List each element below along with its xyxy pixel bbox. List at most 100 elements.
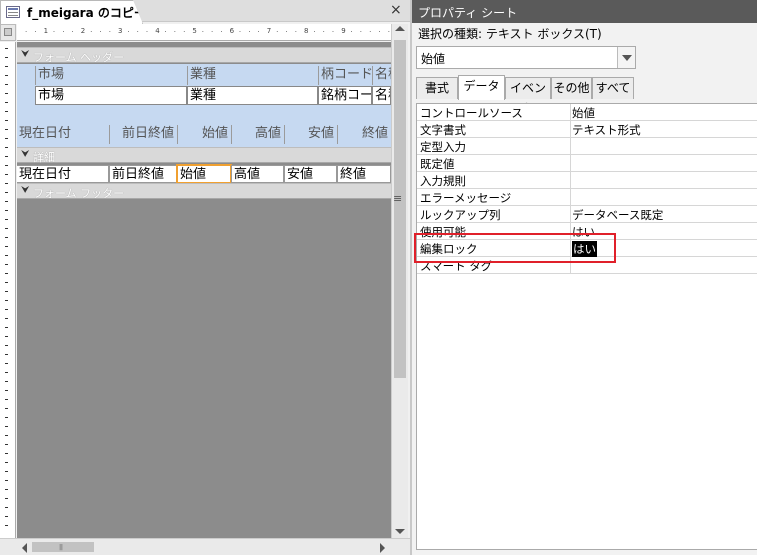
scroll-up-icon[interactable]: [395, 26, 405, 31]
column-divider: [570, 189, 571, 206]
property-row[interactable]: 定型入力: [417, 138, 757, 155]
textbox-code[interactable]: 銘柄コー: [318, 86, 372, 105]
column-divider: [570, 121, 571, 138]
ruler-tick: [5, 273, 8, 274]
ruler-tick: [5, 354, 8, 355]
property-row[interactable]: ルックアップ列 データベース既定: [417, 206, 757, 223]
label-close[interactable]: 終値: [337, 125, 391, 144]
property-name: 入力規則: [420, 174, 466, 188]
property-name: 文字書式: [420, 123, 466, 137]
ruler-tick: [5, 318, 8, 319]
ruler-tick: [5, 264, 8, 265]
form-selector[interactable]: [0, 24, 16, 41]
property-row[interactable]: 既定値: [417, 155, 757, 172]
ruler-tick: ·: [25, 28, 28, 36]
ruler-tick: [5, 345, 8, 346]
ruler-tick: [5, 507, 8, 508]
document-tab[interactable]: f_meigara のコピー: [0, 0, 143, 24]
label-name[interactable]: 名称: [372, 66, 391, 85]
section-chevron-icon: ⮟: [21, 49, 30, 60]
object-selector[interactable]: 始値: [416, 46, 636, 69]
section-bar-form-footer[interactable]: ⮟ フォーム フッター: [17, 183, 391, 200]
property-row[interactable]: 入力規則: [417, 172, 757, 189]
ruler-tick: ·: [173, 28, 177, 36]
section-bar-detail[interactable]: ⮟ 詳細: [17, 147, 391, 164]
design-surface: ⮟ フォーム ヘッダー 市場 業種 柄コード 名称 市場 業種 銘柄コー 名称 …: [17, 42, 391, 538]
scroll-down-icon[interactable]: [395, 529, 405, 534]
ruler-tick: ·: [238, 28, 242, 36]
label-market[interactable]: 市場: [35, 66, 187, 85]
property-row[interactable]: 文字書式 テキスト形式: [417, 121, 757, 138]
label-high[interactable]: 高値: [231, 125, 284, 144]
ruler-tick: [5, 525, 8, 526]
property-row[interactable]: コントロールソース 始値: [417, 104, 757, 121]
textbox-open-selected[interactable]: 始値: [177, 165, 231, 183]
form-header-section[interactable]: 市場 業種 柄コード 名称 市場 業種 銘柄コー 名称 現在日付 前日終値 始値…: [17, 64, 391, 148]
ruler-tick: [5, 327, 8, 328]
section-bar-form-header[interactable]: ⮟ フォーム ヘッダー: [17, 47, 391, 64]
ruler-tick: ·: [313, 28, 316, 36]
ruler-tick: ·: [136, 28, 139, 36]
label-prev-close[interactable]: 前日終値: [109, 125, 177, 144]
ruler-tick: [5, 309, 8, 310]
textbox-high[interactable]: 高値: [231, 165, 284, 183]
textbox-market[interactable]: 市場: [35, 86, 187, 105]
label-current-date[interactable]: 現在日付: [17, 125, 109, 144]
scroll-thumb[interactable]: [32, 542, 94, 552]
ruler-tick: [5, 174, 8, 175]
textbox-industry[interactable]: 業種: [187, 86, 318, 105]
ruler-tick: 7: [266, 27, 272, 35]
property-value[interactable]: データベース既定: [572, 207, 663, 223]
label-low[interactable]: 安値: [284, 125, 337, 144]
ruler-tick: 8: [304, 27, 309, 35]
ruler-tick: ·: [378, 28, 381, 36]
ruler-tick: [5, 165, 8, 166]
selection-type-label: 選択の種類: テキスト ボックス(T): [418, 27, 602, 41]
ruler-tick: ·: [201, 28, 204, 36]
section-chevron-icon: ⮟: [21, 149, 30, 160]
vertical-scrollbar[interactable]: [391, 24, 408, 538]
label-open[interactable]: 始値: [177, 125, 231, 144]
textbox-name[interactable]: 名称: [372, 86, 391, 105]
ruler-tick: [5, 93, 8, 94]
tab-data[interactable]: データ: [458, 75, 505, 100]
property-sheet: プロパティ シート 選択の種類: テキスト ボックス(T) 始値 書式 データ …: [410, 0, 757, 555]
ruler-tick: 5: [192, 27, 197, 35]
detail-section[interactable]: 現在日付 前日終値 始値 高値 安値 終値: [17, 165, 391, 183]
ruler-tick: 3: [118, 27, 123, 35]
label-code[interactable]: 柄コード: [318, 66, 372, 85]
scroll-right-icon[interactable]: [380, 543, 385, 553]
form-icon: [6, 6, 20, 18]
chevron-down-icon[interactable]: [617, 47, 635, 68]
property-value[interactable]: 始値: [572, 105, 595, 121]
tab-other[interactable]: その他: [551, 77, 592, 99]
tab-format[interactable]: 書式: [416, 77, 458, 99]
horizontal-scrollbar[interactable]: |||: [0, 538, 410, 555]
textbox-prev-close[interactable]: 前日終値: [109, 165, 177, 183]
ruler-tick: [5, 300, 8, 301]
tab-all[interactable]: すべて: [592, 77, 634, 99]
textbox-low[interactable]: 安値: [284, 165, 337, 183]
splitter-grip-icon[interactable]: ≡: [393, 192, 402, 205]
ruler-tick: [5, 237, 8, 238]
label-industry[interactable]: 業種: [187, 66, 318, 85]
close-icon[interactable]: ×: [390, 2, 402, 18]
column-divider: [570, 155, 571, 172]
property-name: 定型入力: [420, 140, 466, 154]
textbox-close[interactable]: 終値: [337, 165, 391, 183]
ruler-tick: [5, 426, 8, 427]
ruler-tick: [5, 156, 8, 157]
property-row[interactable]: エラーメッセージ: [417, 189, 757, 206]
tab-event[interactable]: イベント: [505, 77, 551, 115]
ruler-tick: ·: [108, 28, 111, 36]
scroll-left-icon[interactable]: [22, 543, 27, 553]
textbox-current-date[interactable]: 現在日付: [17, 165, 109, 183]
scroll-thumb[interactable]: [394, 40, 406, 378]
property-value[interactable]: テキスト形式: [572, 122, 641, 138]
ruler-tick: [5, 399, 8, 400]
ruler-tick: [5, 444, 8, 445]
ruler-tick: ·: [276, 28, 279, 36]
ruler-tick: [5, 48, 8, 49]
ruler-tick: [5, 102, 8, 103]
ruler-tick: [5, 183, 8, 184]
